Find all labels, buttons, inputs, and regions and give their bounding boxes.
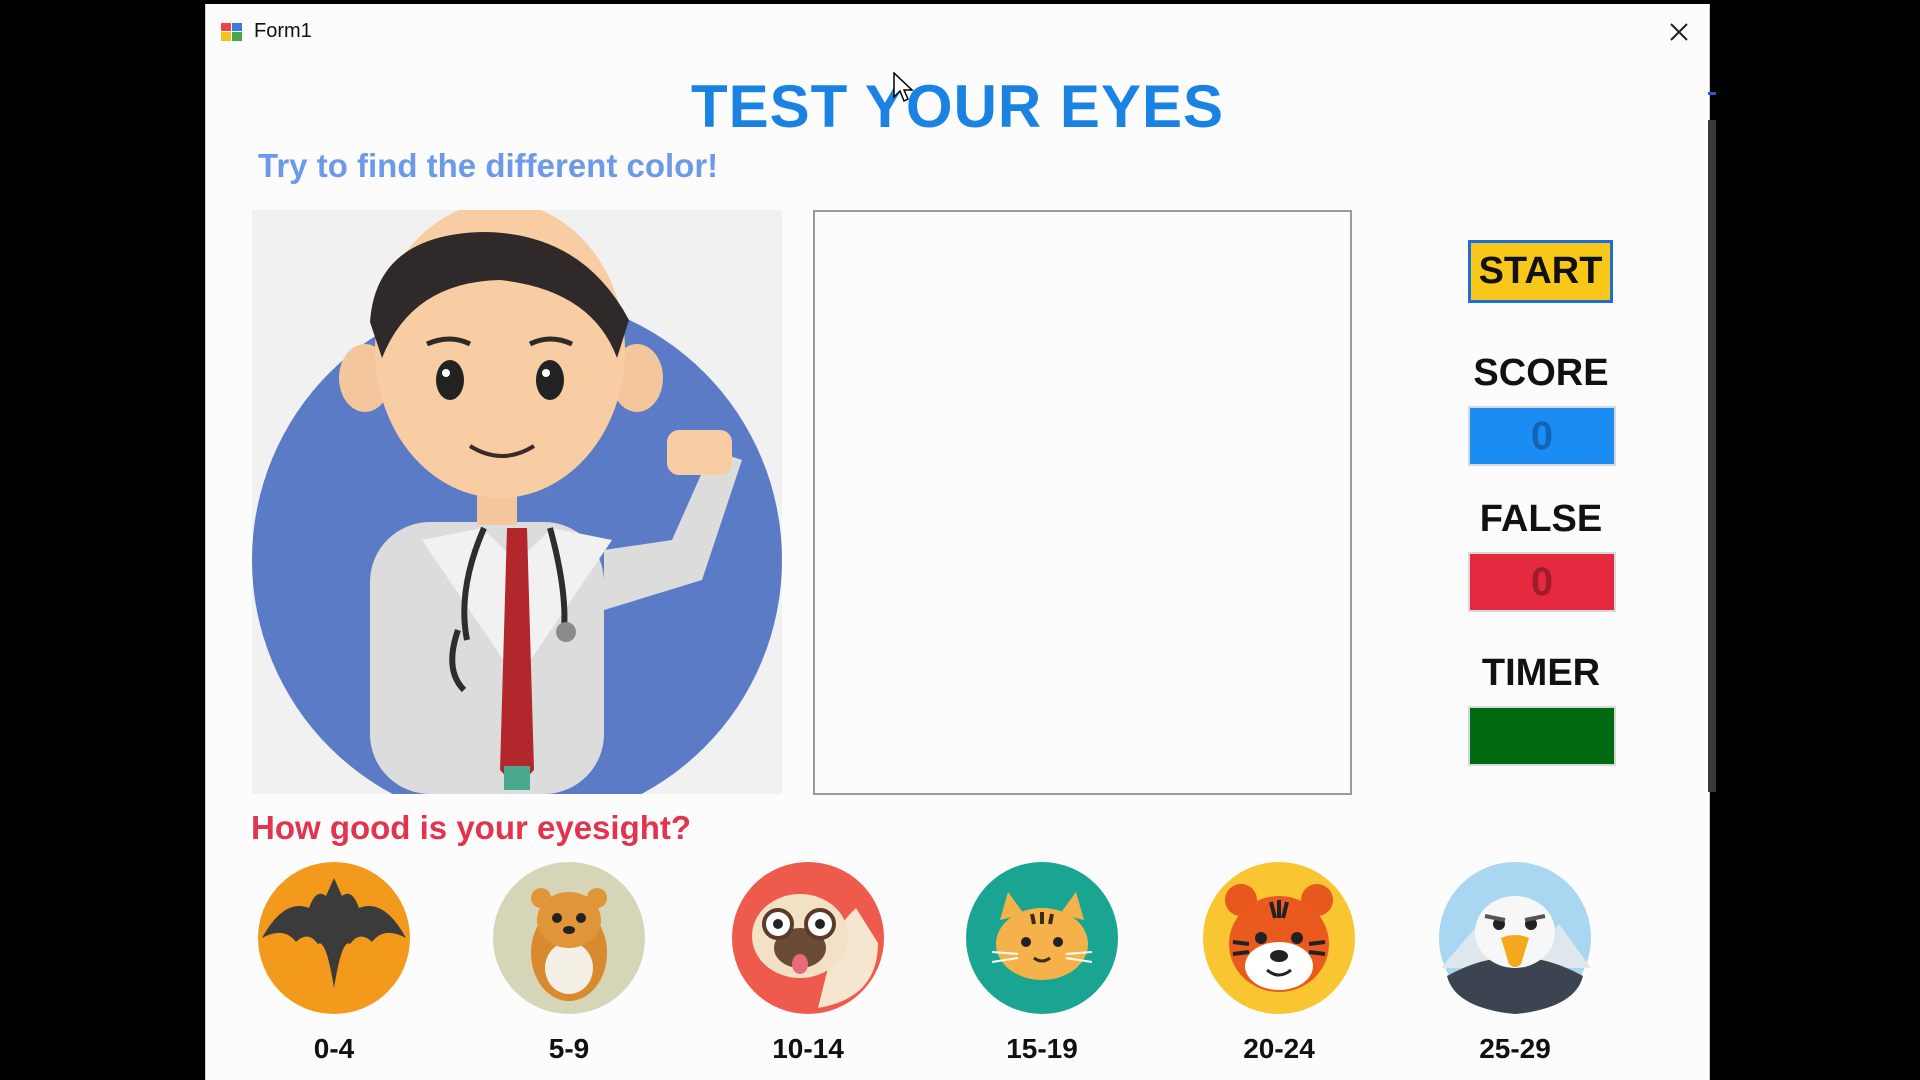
false-value: 0	[1468, 552, 1616, 612]
eagle-icon	[1439, 862, 1591, 1014]
level-range: 0-4	[313, 1033, 355, 1064]
false-label: FALSE	[1479, 498, 1603, 540]
hamster-icon	[493, 862, 645, 1014]
doctor-illustration	[252, 202, 782, 825]
page-title: TEST YOUR EYES	[690, 73, 1225, 140]
mouse-cursor-icon	[893, 72, 914, 103]
start-button[interactable]: START	[1468, 240, 1613, 303]
score-value: 0	[1468, 406, 1616, 466]
accent-line	[1708, 92, 1716, 95]
level-range: 5-9	[548, 1033, 590, 1064]
pug-icon	[732, 862, 884, 1014]
app-icon	[221, 23, 242, 41]
score-label: SCORE	[1473, 352, 1609, 394]
tiger-icon	[1203, 862, 1355, 1014]
scrollbar[interactable]	[1708, 120, 1716, 792]
level-range: 20-24	[1243, 1033, 1315, 1064]
bat-icon	[258, 862, 410, 1014]
level-item: 10-14	[728, 858, 888, 1065]
close-icon	[1670, 23, 1688, 41]
window-title: Form1	[254, 20, 312, 42]
timer-label: TIMER	[1481, 652, 1601, 694]
cat-icon	[966, 862, 1118, 1014]
level-range: 15-19	[1006, 1033, 1078, 1064]
level-range: 25-29	[1479, 1033, 1551, 1064]
level-item: 25-29	[1435, 858, 1595, 1065]
title-bar[interactable]: Form1	[206, 4, 1709, 60]
color-grid-board[interactable]	[813, 210, 1352, 795]
level-item: 15-19	[962, 858, 1122, 1065]
timer-value	[1468, 706, 1616, 766]
app-window: Form1 TEST YOUR EYES Try to find the dif…	[205, 4, 1710, 1080]
level-item: 0-4	[254, 858, 414, 1065]
page-subtitle: Try to find the different color!	[258, 147, 719, 184]
level-range: 10-14	[772, 1033, 844, 1064]
level-item: 5-9	[489, 858, 649, 1065]
level-item: 20-24	[1199, 858, 1359, 1065]
close-button[interactable]	[1657, 12, 1701, 52]
eyesight-question: How good is your eyesight?	[251, 809, 692, 846]
